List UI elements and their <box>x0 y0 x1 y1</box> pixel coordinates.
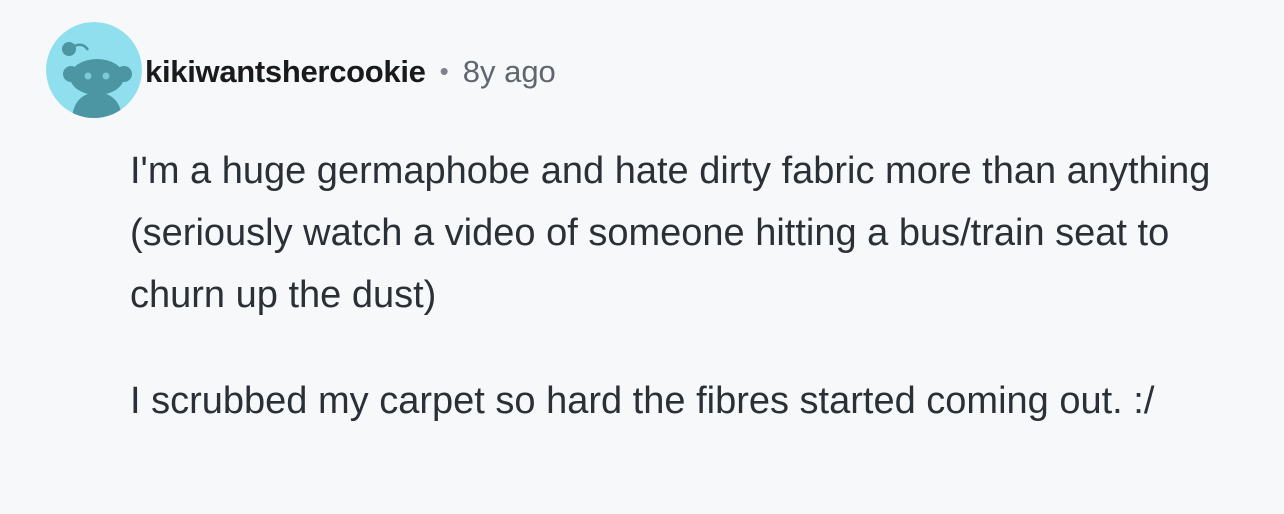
separator-dot: • <box>439 55 449 86</box>
timestamp: 8y ago <box>462 54 556 89</box>
comment-body: I'm a huge germaphobe and hate dirty fab… <box>130 140 1250 432</box>
comment-paragraph: I'm a huge germaphobe and hate dirty fab… <box>130 150 1211 316</box>
user-avatar[interactable] <box>46 22 142 118</box>
comment-paragraph: I scrubbed my carpet so hard the fibres … <box>130 380 1155 422</box>
username-link[interactable]: kikiwantshercookie <box>145 54 426 90</box>
comment: kikiwantshercookie • 8y ago I'm a huge g… <box>0 0 1284 514</box>
reddit-snoo-avatar-icon <box>46 22 142 118</box>
comment-meta: kikiwantshercookie • 8y ago <box>145 50 556 94</box>
